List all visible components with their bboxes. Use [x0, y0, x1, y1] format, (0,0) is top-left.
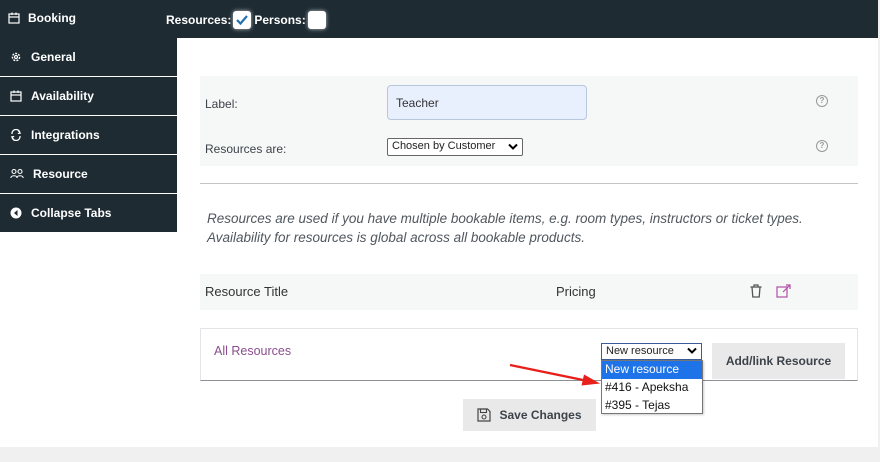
resources-checkbox[interactable] — [233, 11, 252, 29]
resources-are-row: Resources are: ? — [200, 132, 858, 166]
persons-checkbox[interactable] — [307, 11, 326, 29]
section-divider — [200, 183, 858, 184]
tab-integrations-label: Integrations — [31, 128, 100, 142]
resource-table-header: Resource Title Pricing — [200, 274, 858, 310]
tab-resource-label: Resource — [33, 167, 88, 181]
calendar-icon — [8, 12, 20, 24]
save-changes-label: Save Changes — [499, 408, 582, 422]
add-link-resource-button[interactable]: Add/link Resource — [712, 343, 845, 379]
resource-dropdown-list: New resource #416 - Apeksha #395 - Tejas — [601, 360, 703, 414]
tab-availability-label: Availability — [31, 89, 94, 103]
tab-integrations[interactable]: Integrations — [0, 116, 177, 155]
product-options: Resources: Persons: — [166, 11, 329, 29]
col-pricing: Pricing — [556, 284, 596, 299]
checkmark-icon — [236, 15, 249, 26]
tabs-sidebar: General Availability Integrations Resour… — [0, 38, 177, 233]
top-bar: Booking Resources: Persons: — [0, 0, 878, 38]
resource-select-value: New resource — [606, 345, 674, 357]
chevron-down-icon — [687, 347, 697, 354]
save-changes-button[interactable]: Save Changes — [463, 399, 596, 431]
col-resource-title: Resource Title — [205, 284, 289, 299]
external-link-icon[interactable] — [776, 284, 791, 298]
help-icon[interactable]: ? — [816, 140, 828, 152]
resources-are-label: Resources are: — [205, 142, 287, 156]
collapse-left-icon — [10, 207, 22, 219]
resource-select[interactable]: New resource — [601, 343, 702, 360]
label-field-label: Label: — [205, 97, 238, 111]
tab-resource[interactable]: Resource — [0, 155, 177, 194]
label-row: Label: Teacher ? — [200, 76, 858, 132]
save-icon — [477, 408, 492, 422]
all-resources-link[interactable]: All Resources — [214, 344, 291, 358]
trash-icon[interactable] — [750, 284, 762, 298]
sync-icon — [10, 129, 22, 141]
resources-are-select[interactable]: Chosen by Customer — [387, 138, 523, 156]
persons-option-label: Persons: — [254, 13, 306, 27]
users-icon — [10, 168, 24, 179]
tab-availability[interactable]: Availability — [0, 77, 177, 116]
tab-collapse[interactable]: Collapse Tabs — [0, 194, 177, 233]
dropdown-option[interactable]: #395 - Tejas — [602, 397, 702, 415]
label-input[interactable]: Teacher — [387, 85, 587, 120]
chevron-down-icon — [508, 143, 518, 150]
resources-description: Resources are used if you have multiple … — [207, 211, 803, 245]
annotation-arrow-icon — [509, 363, 600, 386]
calendar-icon — [10, 90, 22, 102]
help-icon[interactable]: ? — [816, 95, 828, 107]
resources-are-value: Chosen by Customer — [392, 140, 496, 152]
gear-icon — [11, 52, 21, 62]
booking-title-text: Booking — [28, 11, 76, 25]
dropdown-option[interactable]: New resource — [602, 361, 702, 379]
tab-general[interactable]: General — [0, 38, 177, 77]
tab-collapse-label: Collapse Tabs — [31, 206, 112, 220]
booking-title: Booking — [8, 11, 76, 25]
resources-option-label: Resources: — [166, 13, 232, 27]
tab-general-label: General — [31, 50, 76, 64]
dropdown-option[interactable]: #416 - Apeksha — [602, 379, 702, 397]
